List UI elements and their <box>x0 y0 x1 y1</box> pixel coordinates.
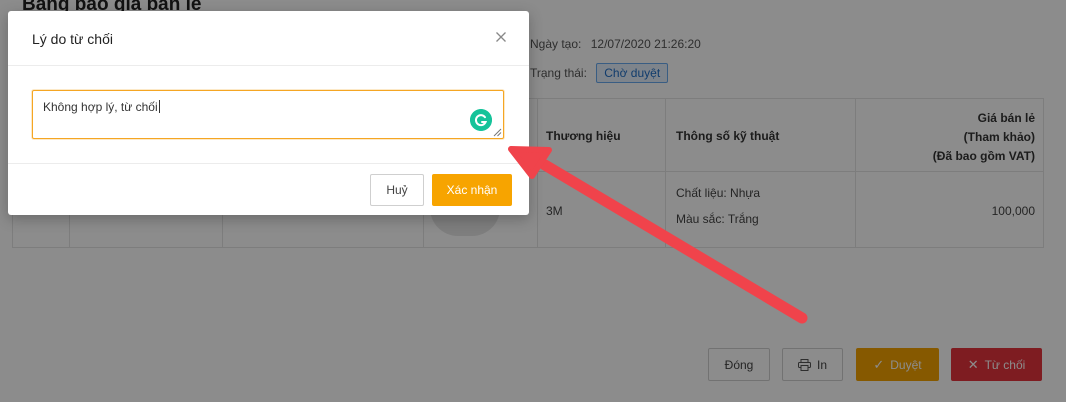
reason-textarea[interactable]: Không hợp lý, từ chối <box>32 90 504 139</box>
reject-reason-dialog: Lý do từ chối Không hợp lý, từ chối Huỷ … <box>8 11 529 215</box>
resize-handle[interactable] <box>492 127 502 137</box>
reason-text: Không hợp lý, từ chối <box>43 100 158 114</box>
text-caret <box>158 100 160 113</box>
dialog-footer-divider <box>8 163 529 164</box>
confirm-label: Xác nhận <box>446 183 498 197</box>
cancel-button[interactable]: Huỷ <box>370 174 424 206</box>
cancel-label: Huỷ <box>386 183 408 197</box>
confirm-button[interactable]: Xác nhận <box>432 174 512 206</box>
close-icon[interactable] <box>493 29 509 45</box>
grammarly-icon[interactable] <box>470 109 492 131</box>
dialog-header-divider <box>8 65 529 66</box>
dialog-title: Lý do từ chối <box>32 31 113 47</box>
